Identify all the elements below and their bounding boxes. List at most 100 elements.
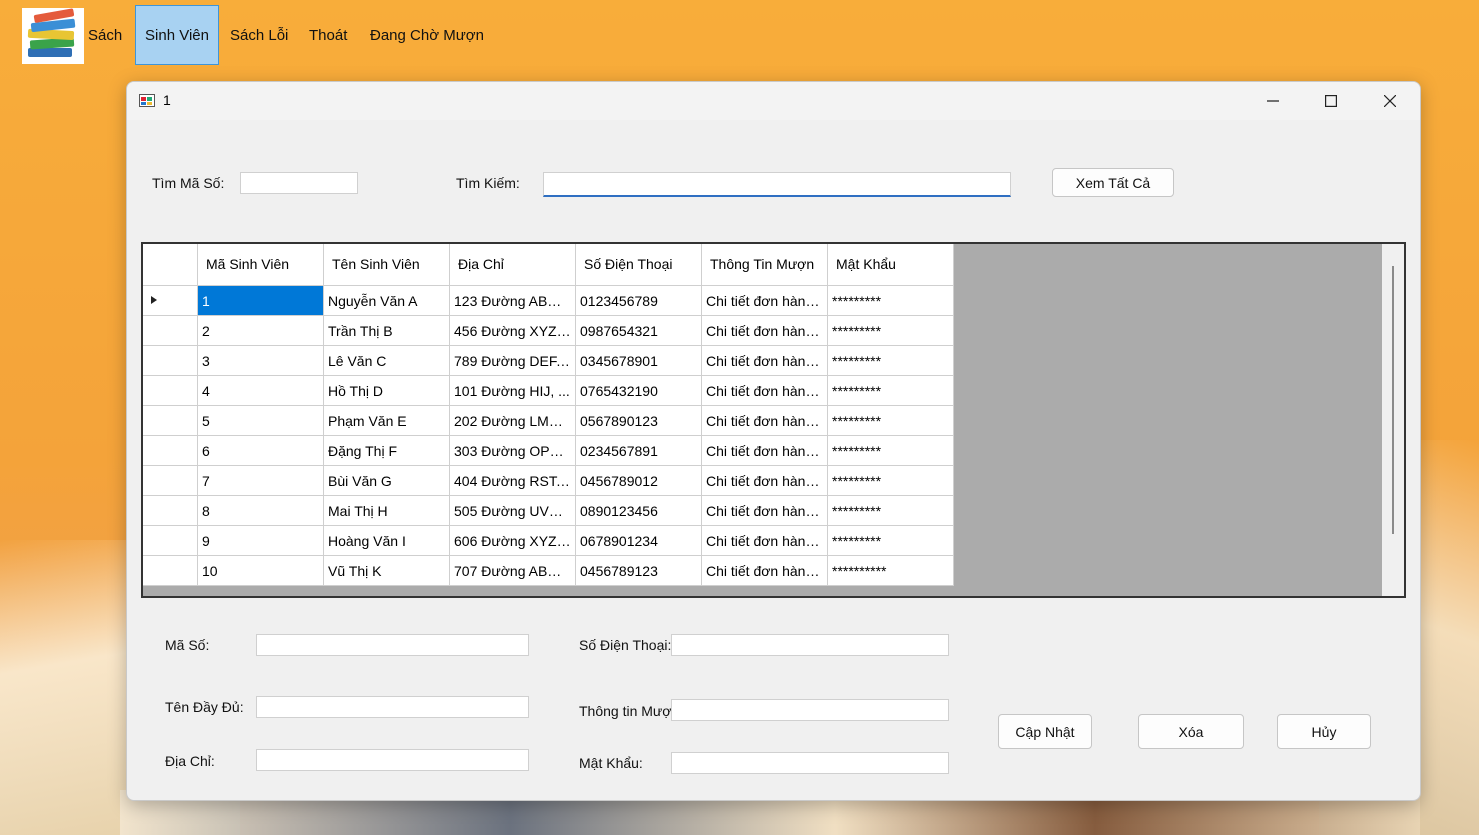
table-cell[interactable]: 707 Đường ABC, ... [449, 555, 576, 586]
table-row[interactable]: 6 Đặng Thị F 303 Đường OPQ,... 0234567891 Ch… [143, 435, 954, 466]
table-row[interactable]: 1 Nguyễn Văn A 123 Đường ABC, ... 012345678… [143, 285, 954, 316]
form-id-input[interactable] [256, 634, 529, 656]
grid-vertical-scrollbar[interactable] [1382, 244, 1404, 596]
table-row[interactable]: 10 Vũ Thị K 707 Đường ABC, ... 0456789123 Ch… [143, 555, 954, 586]
table-row[interactable]: 2 Trần Thị B 456 Đường XYZ, ... 0987654321 C… [143, 315, 954, 346]
table-cell[interactable]: 0765432190 [575, 375, 702, 406]
table-cell[interactable]: Trần Thị B [323, 315, 450, 346]
column-header-ma-sinh-vien[interactable]: Mã Sinh Viên [197, 244, 324, 286]
table-cell[interactable]: 202 Đường LMN,... [449, 405, 576, 436]
form-address-input[interactable] [256, 749, 529, 771]
table-cell[interactable]: 0345678901 [575, 345, 702, 376]
update-button[interactable]: Cập Nhật [998, 714, 1092, 749]
column-header-so-dien-thoai[interactable]: Số Điện Thoại [575, 244, 702, 286]
search-keyword-input[interactable] [543, 172, 1011, 197]
table-cell[interactable]: 6 [197, 435, 324, 466]
table-cell[interactable]: ********** [827, 555, 954, 586]
table-cell[interactable]: 789 Đường DEF, ... [449, 345, 576, 376]
form-password-input[interactable] [671, 752, 949, 774]
maximize-button[interactable] [1302, 82, 1360, 120]
table-cell[interactable]: 0234567891 [575, 435, 702, 466]
row-header[interactable] [143, 405, 198, 436]
table-cell[interactable]: ********* [827, 435, 954, 466]
table-row[interactable]: 7 Bùi Văn G 404 Đường RST,... 0456789012 Chi… [143, 465, 954, 496]
menu-item-sach-loi[interactable]: Sách Lỗi [230, 22, 288, 50]
table-cell[interactable]: 10 [197, 555, 324, 586]
table-cell[interactable]: Chi tiết đơn hàng 1 [701, 285, 828, 316]
table-cell[interactable]: Vũ Thị K [323, 555, 450, 586]
table-row[interactable]: 9 Hoàng Văn I 606 Đường XYZ, ... 0678901234… [143, 525, 954, 556]
table-cell[interactable]: 7 [197, 465, 324, 496]
table-row[interactable]: 4 Hồ Thị D 101 Đường HIJ, ... 0765432190 Chi… [143, 375, 954, 406]
table-cell[interactable]: 2 [197, 315, 324, 346]
table-cell[interactable]: 123 Đường ABC, ... [449, 285, 576, 316]
cancel-button[interactable]: Hủy [1277, 714, 1371, 749]
row-header[interactable] [143, 495, 198, 526]
table-cell[interactable]: 4 [197, 375, 324, 406]
row-header[interactable] [143, 315, 198, 346]
column-header-mat-khau[interactable]: Mật Khẩu [827, 244, 954, 286]
row-header[interactable] [143, 435, 198, 466]
table-cell[interactable]: 1 [197, 285, 324, 316]
row-header[interactable] [143, 525, 198, 556]
row-header[interactable] [143, 465, 198, 496]
table-cell[interactable]: Chi tiết đơn hàng 7 [701, 465, 828, 496]
table-cell[interactable]: ********* [827, 465, 954, 496]
table-cell[interactable]: 606 Đường XYZ, ... [449, 525, 576, 556]
row-header[interactable] [143, 285, 198, 316]
delete-button[interactable]: Xóa [1138, 714, 1244, 749]
table-cell[interactable]: Đặng Thị F [323, 435, 450, 466]
table-row[interactable]: 5 Phạm Văn E 202 Đường LMN,... 0567890123 Ch… [143, 405, 954, 436]
table-cell[interactable]: 9 [197, 525, 324, 556]
table-cell[interactable]: 101 Đường HIJ, ... [449, 375, 576, 406]
table-cell[interactable]: ********* [827, 345, 954, 376]
table-cell[interactable]: 0123456789 [575, 285, 702, 316]
table-cell[interactable]: ********* [827, 375, 954, 406]
menu-item-sinh-vien[interactable]: Sinh Viên [135, 5, 219, 65]
form-fullname-input[interactable] [256, 696, 529, 718]
table-cell[interactable]: Chi tiết đơn hàng 8 [701, 495, 828, 526]
menu-item-dang-cho-muon[interactable]: Đang Chờ Mượn [370, 22, 484, 50]
scrollbar-thumb[interactable] [1392, 266, 1394, 534]
table-row[interactable]: 3 Lê Văn C 789 Đường DEF, ... 0345678901 Chi… [143, 345, 954, 376]
menu-item-sach[interactable]: Sách [88, 22, 122, 50]
table-cell[interactable]: 0987654321 [575, 315, 702, 346]
row-header[interactable] [143, 375, 198, 406]
table-cell[interactable]: 0456789123 [575, 555, 702, 586]
table-cell[interactable]: ********* [827, 405, 954, 436]
table-cell[interactable]: 404 Đường RST,... [449, 465, 576, 496]
form-phone-input[interactable] [671, 634, 949, 656]
table-cell[interactable]: 0678901234 [575, 525, 702, 556]
column-header-dia-chi[interactable]: Địa Chỉ [449, 244, 576, 286]
close-button[interactable] [1361, 82, 1419, 120]
table-cell[interactable]: Hồ Thị D [323, 375, 450, 406]
minimize-button[interactable] [1244, 82, 1302, 120]
table-cell[interactable]: 3 [197, 345, 324, 376]
table-cell[interactable]: ********* [827, 495, 954, 526]
table-row[interactable]: 8 Mai Thị H 505 Đường UVW... 0890123456 Chi … [143, 495, 954, 526]
table-cell[interactable]: Chi tiết đơn hàng 5 [701, 405, 828, 436]
row-header[interactable] [143, 345, 198, 376]
table-cell[interactable]: 5 [197, 405, 324, 436]
table-cell[interactable]: ********* [827, 285, 954, 316]
table-cell[interactable]: 505 Đường UVW... [449, 495, 576, 526]
table-cell[interactable]: Chi tiết đơn hàng 9 [701, 525, 828, 556]
table-cell[interactable]: 0567890123 [575, 405, 702, 436]
table-cell[interactable]: Chi tiết đơn hàng 2 [701, 315, 828, 346]
menu-item-thoat[interactable]: Thoát [309, 22, 347, 50]
table-cell[interactable]: Lê Văn C [323, 345, 450, 376]
table-cell[interactable]: 8 [197, 495, 324, 526]
table-cell[interactable]: Bùi Văn G [323, 465, 450, 496]
table-cell[interactable]: Chi tiết đơn hàng 3 [701, 345, 828, 376]
row-header[interactable] [143, 555, 198, 586]
search-id-input[interactable] [240, 172, 358, 194]
table-cell[interactable]: Nguyễn Văn A [323, 285, 450, 316]
table-cell[interactable]: 0890123456 [575, 495, 702, 526]
student-data-grid[interactable]: Mã Sinh Viên Tên Sinh Viên Địa Chỉ Số Đi… [141, 242, 1406, 598]
table-cell[interactable]: ********* [827, 525, 954, 556]
column-header-ten-sinh-vien[interactable]: Tên Sinh Viên [323, 244, 450, 286]
column-header-thong-tin-muon[interactable]: Thông Tin Mượn [701, 244, 828, 286]
table-cell[interactable]: 456 Đường XYZ, ... [449, 315, 576, 346]
table-cell[interactable]: 0456789012 [575, 465, 702, 496]
table-cell[interactable]: Hoàng Văn I [323, 525, 450, 556]
